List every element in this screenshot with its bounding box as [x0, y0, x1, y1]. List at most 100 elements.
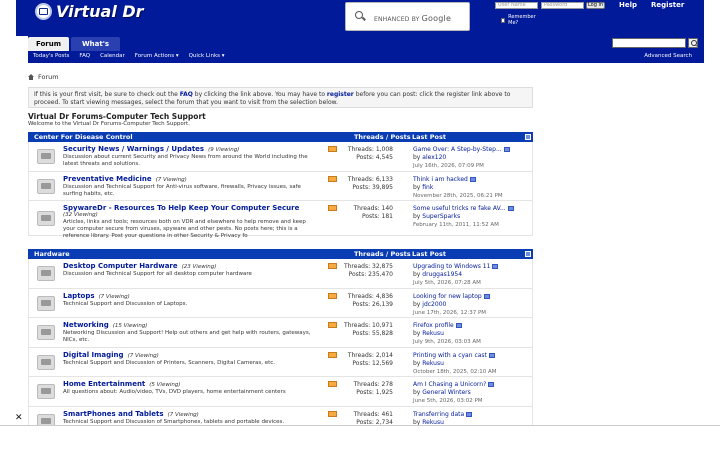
forum-row: Networking (15 Viewing) Networking Discus…: [28, 318, 533, 348]
nav-search-button[interactable]: [688, 38, 698, 48]
last-post-title[interactable]: Upgrading to Windows 11: [413, 263, 490, 270]
threads-count: Threads: 1,008: [347, 146, 393, 153]
go-to-last-post-icon[interactable]: [469, 176, 476, 182]
forum-name-link[interactable]: Home Entertainment: [63, 380, 145, 388]
close-icon[interactable]: ✕: [15, 413, 23, 423]
last-post-date: June 17th, 2026, 12:37 PM: [413, 309, 487, 316]
rss-icon[interactable]: [328, 263, 337, 269]
last-post-author[interactable]: Rekusu: [422, 360, 444, 367]
forum-name-link[interactable]: SpywareDr - Resources To Help Keep Your …: [63, 204, 299, 212]
go-to-last-post-icon[interactable]: [483, 293, 490, 299]
forum-stats: Threads: 6,133 Posts: 39,895: [341, 176, 393, 192]
last-post-title[interactable]: Am I Chasing a Unicorn?: [413, 381, 486, 388]
forum-status-icon: [37, 384, 55, 399]
by-label: by: [413, 389, 421, 396]
go-to-last-post-icon[interactable]: [488, 382, 495, 387]
notice-register-link[interactable]: register: [327, 91, 354, 98]
last-post-title[interactable]: Firefox profile: [413, 322, 454, 329]
rss-icon[interactable]: [328, 175, 337, 182]
viewing-count: (7 Viewing): [155, 176, 187, 183]
subnav-faq[interactable]: FAQ: [79, 53, 90, 59]
collapse-icon[interactable]: [525, 251, 531, 257]
last-post-author[interactable]: jdc2000: [422, 301, 446, 308]
by-label: by: [413, 154, 421, 161]
category-cdc: Center For Disease Control Threads / Pos…: [28, 132, 533, 239]
help-link[interactable]: Help: [619, 1, 637, 9]
last-post-title[interactable]: Some useful tricks re fake AV...: [413, 205, 506, 212]
last-post-author[interactable]: Rekusu: [422, 330, 444, 337]
forum-row: Digital Imaging (7 Viewing) Technical Sup…: [28, 347, 533, 377]
forum-status-icon: [37, 295, 55, 311]
last-post-title[interactable]: Think i am hacked: [413, 176, 468, 183]
last-post-author[interactable]: fink: [422, 184, 433, 191]
nav-search-input[interactable]: [612, 38, 686, 48]
go-to-last-post-icon[interactable]: [492, 264, 499, 269]
viewing-count: (5 Viewing): [149, 382, 181, 388]
forum-name-link[interactable]: Digital Imaging: [63, 351, 124, 359]
by-label: by: [413, 359, 421, 367]
breadcrumb-forum[interactable]: Forum: [38, 73, 59, 81]
forum-status-icon: [37, 149, 55, 164]
tab-whats-new[interactable]: What's New?: [71, 37, 120, 62]
last-post: Think i am hacked by fink November 28th,…: [413, 176, 503, 200]
notice-faq-link[interactable]: FAQ: [180, 91, 193, 98]
site-logo[interactable]: Virtual Dr: [35, 1, 144, 21]
forum-name-link[interactable]: Laptops: [63, 292, 95, 300]
password-input[interactable]: Password: [541, 2, 584, 9]
category-name[interactable]: Hardware: [34, 250, 70, 258]
login-button[interactable]: Log in: [586, 2, 605, 9]
rss-icon[interactable]: [328, 381, 337, 387]
last-post-author[interactable]: SuperSparks: [422, 213, 460, 220]
go-to-last-post-icon[interactable]: [455, 323, 462, 328]
rss-icon[interactable]: [328, 322, 337, 328]
tab-forum[interactable]: Forum: [28, 37, 69, 51]
remember-me-checkbox[interactable]: [501, 17, 506, 23]
username-input[interactable]: User Name: [495, 2, 538, 9]
collapse-icon[interactable]: [525, 134, 531, 140]
register-link[interactable]: Register: [651, 1, 684, 9]
forum-status-icon: [37, 266, 55, 281]
last-post: Firefox profile by Rekusu July 9th, 2026…: [413, 322, 481, 346]
forum-description: All questions about: Audio/video, TVs, D…: [63, 389, 286, 395]
last-post-title[interactable]: Printing with a cyan cast: [413, 352, 487, 359]
category-name[interactable]: Center For Disease Control: [34, 133, 133, 141]
forum-name-link[interactable]: SmartPhones and Tablets: [63, 410, 164, 418]
rss-icon[interactable]: [328, 292, 337, 299]
go-to-last-post-icon[interactable]: [466, 411, 473, 417]
forum-name-link[interactable]: Desktop Computer Hardware: [63, 262, 178, 270]
last-post-date: February 11th, 2011, 11:52 AM: [413, 222, 499, 228]
go-to-last-post-icon[interactable]: [507, 206, 514, 211]
by-label: by: [413, 271, 421, 278]
viewing-count: (23 Viewing): [181, 264, 217, 270]
forum-name-link[interactable]: Preventative Medicine: [63, 175, 152, 183]
rss-icon[interactable]: [328, 410, 337, 417]
subnav-quick-links[interactable]: Quick Links ▾: [189, 53, 225, 59]
last-post-author[interactable]: druggas1954: [422, 271, 462, 278]
search-icon[interactable]: [355, 11, 363, 19]
last-post-author[interactable]: alex120: [422, 154, 446, 161]
last-post-title[interactable]: Game Over: A Step-by-Step...: [413, 146, 502, 153]
remember-me-label: Remember Me?: [508, 14, 536, 26]
google-search-box[interactable]: ENHANCED BY Google: [345, 2, 470, 31]
go-to-last-post-icon[interactable]: [503, 147, 510, 152]
remember-me[interactable]: Remember Me?: [501, 14, 536, 26]
threads-count: Threads: 140: [353, 205, 394, 212]
subnav-todays-posts[interactable]: Today's Posts: [33, 53, 69, 59]
last-post-author[interactable]: General Winters: [422, 389, 470, 396]
forum-stats: Threads: 4,836 Posts: 26,139: [341, 293, 393, 309]
forum-stats: Threads: 278 Posts: 1,925: [341, 381, 394, 397]
category-header: Hardware Threads / Posts Last Post: [28, 249, 533, 259]
subnav-calendar[interactable]: Calendar: [100, 53, 125, 59]
last-post-title[interactable]: Transferring data: [413, 411, 464, 418]
forum-name-link[interactable]: Security News / Warnings / Updates: [63, 145, 204, 153]
home-icon[interactable]: [28, 74, 34, 80]
rss-icon[interactable]: [328, 146, 337, 152]
advanced-search-link[interactable]: Advanced Search: [644, 53, 692, 59]
forum-name-link[interactable]: Networking: [63, 321, 109, 329]
rss-icon[interactable]: [328, 351, 337, 358]
rss-icon[interactable]: [328, 205, 337, 211]
subnav-forum-actions[interactable]: Forum Actions ▾: [135, 53, 179, 59]
last-post-title[interactable]: Looking for new laptop: [413, 293, 482, 300]
go-to-last-post-icon[interactable]: [488, 352, 495, 358]
forum-description: (32 Viewing) Articles, links and tools; r…: [63, 212, 313, 240]
